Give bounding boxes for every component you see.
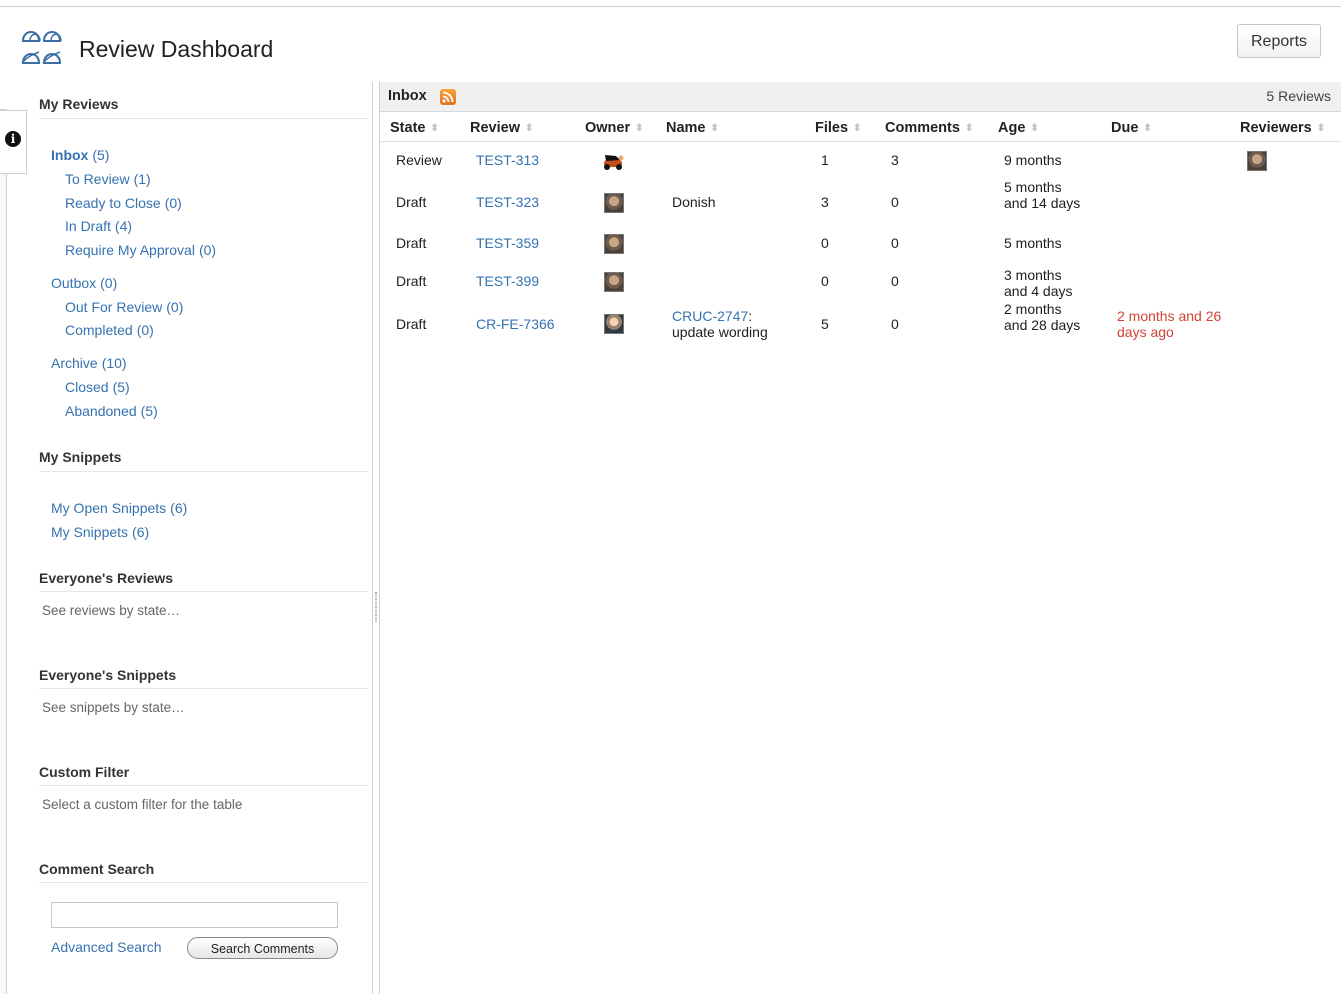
column-header-reviewers[interactable]: Reviewers ⬍ bbox=[1240, 120, 1325, 136]
info-tab[interactable]: i bbox=[0, 110, 27, 174]
rss-feed-icon[interactable] bbox=[440, 89, 456, 105]
sort-icon: ⬍ bbox=[635, 123, 644, 134]
dog-avatar-icon bbox=[604, 155, 624, 170]
search-comments-button[interactable]: Search Comments bbox=[187, 937, 338, 959]
info-icon: i bbox=[5, 131, 21, 147]
sidebar-item-require-my-approval[interactable]: Require My Approval (0) bbox=[65, 242, 216, 258]
row-age: 3 months and 4 days bbox=[1004, 267, 1073, 299]
comment-search-heading: Comment Search bbox=[39, 861, 155, 877]
row-state: Draft bbox=[396, 316, 427, 332]
sidebar: My Reviews Inbox (5) To Review (1) Ready t… bbox=[27, 82, 373, 994]
main-panel: Inbox 5 Reviews State ⬍ Review ⬍ Owner ⬍ Na… bbox=[380, 82, 1341, 994]
row-age: 5 months bbox=[1004, 235, 1062, 251]
row-name: Donish bbox=[672, 194, 716, 210]
crucible-logo-icon bbox=[21, 31, 62, 64]
user-avatar-icon bbox=[604, 234, 624, 254]
sidebar-item-to-review[interactable]: To Review (1) bbox=[65, 171, 151, 187]
custom-filter-heading: Custom Filter bbox=[39, 764, 130, 780]
column-header-review[interactable]: Review ⬍ bbox=[470, 120, 533, 136]
column-header-owner[interactable]: Owner ⬍ bbox=[585, 120, 644, 136]
row-files: 3 bbox=[821, 194, 829, 210]
panel-splitter[interactable] bbox=[373, 82, 380, 994]
row-state: Draft bbox=[396, 273, 427, 289]
reviews-by-state-selector[interactable]: See reviews by state… bbox=[42, 603, 180, 618]
sort-icon: ⬍ bbox=[853, 123, 862, 134]
sort-icon: ⬍ bbox=[1030, 123, 1039, 134]
sort-icon: ⬍ bbox=[710, 123, 719, 134]
sidebar-item-archive[interactable]: Archive (10) bbox=[51, 355, 127, 371]
everyones-reviews-heading: Everyone's Reviews bbox=[39, 570, 174, 586]
row-files: 1 bbox=[821, 152, 829, 168]
splitter-grip-icon bbox=[375, 592, 377, 622]
sort-icon: ⬍ bbox=[430, 123, 439, 134]
review-link[interactable]: TEST-359 bbox=[476, 235, 539, 252]
user-avatar-icon bbox=[604, 314, 624, 334]
row-age: 2 months and 28 days bbox=[1004, 301, 1081, 333]
column-header-due[interactable]: Due ⬍ bbox=[1111, 120, 1152, 136]
reviewer-avatar-icon bbox=[1247, 151, 1267, 171]
column-header-comments[interactable]: Comments ⬍ bbox=[885, 120, 973, 136]
my-snippets-heading: My Snippets bbox=[39, 449, 122, 465]
snippets-by-state-selector[interactable]: See snippets by state… bbox=[42, 700, 185, 715]
sidebar-item-closed[interactable]: Closed (5) bbox=[65, 379, 130, 395]
row-comments: 0 bbox=[891, 235, 899, 251]
column-header-age[interactable]: Age ⬍ bbox=[998, 120, 1039, 136]
sidebar-item-out-for-review[interactable]: Out For Review (0) bbox=[65, 299, 183, 315]
row-state: Review bbox=[396, 152, 442, 168]
sidebar-item-my-open-snippets[interactable]: My Open Snippets (6) bbox=[51, 500, 187, 516]
header: Review Dashboard Reports bbox=[0, 8, 1341, 80]
review-count: 5 Reviews bbox=[1266, 88, 1331, 104]
review-link[interactable]: TEST-313 bbox=[476, 152, 539, 169]
custom-filter-selector[interactable]: Select a custom filter for the table bbox=[42, 797, 242, 812]
left-collapsed-panel bbox=[0, 80, 7, 994]
sidebar-item-in-draft[interactable]: In Draft (4) bbox=[65, 218, 132, 234]
top-border bbox=[0, 0, 1341, 7]
sidebar-item-completed[interactable]: Completed (0) bbox=[65, 322, 154, 338]
row-comments: 0 bbox=[891, 194, 899, 210]
column-header-name[interactable]: Name ⬍ bbox=[666, 120, 719, 136]
sort-icon: ⬍ bbox=[1316, 123, 1326, 134]
page-title: Review Dashboard bbox=[79, 36, 274, 62]
row-age: 5 months and 14 days bbox=[1004, 179, 1081, 211]
user-avatar-icon bbox=[604, 193, 624, 213]
review-link[interactable]: TEST-399 bbox=[476, 273, 539, 290]
inbox-bar: Inbox 5 Reviews bbox=[380, 82, 1341, 112]
row-files: 5 bbox=[821, 316, 829, 332]
sidebar-item-ready-to-close[interactable]: Ready to Close (0) bbox=[65, 195, 182, 211]
everyones-snippets-heading: Everyone's Snippets bbox=[39, 667, 177, 683]
row-comments: 3 bbox=[891, 152, 899, 168]
sidebar-item-inbox[interactable]: Inbox (5) bbox=[51, 147, 109, 163]
sort-icon: ⬍ bbox=[1143, 123, 1152, 134]
advanced-search-link[interactable]: Advanced Search bbox=[51, 939, 162, 955]
column-header-files[interactable]: Files ⬍ bbox=[815, 120, 861, 136]
sidebar-item-abandoned[interactable]: Abandoned (5) bbox=[65, 403, 158, 419]
row-files: 0 bbox=[821, 235, 829, 251]
row-due: 2 months and 26 days ago bbox=[1117, 308, 1222, 340]
row-comments: 0 bbox=[891, 316, 899, 332]
review-link[interactable]: TEST-323 bbox=[476, 194, 539, 211]
user-avatar-icon bbox=[604, 272, 624, 292]
sidebar-item-outbox[interactable]: Outbox (0) bbox=[51, 275, 117, 291]
review-link[interactable]: CR-FE-7366 bbox=[476, 316, 555, 333]
row-state: Draft bbox=[396, 194, 427, 210]
inbox-title: Inbox bbox=[388, 88, 427, 104]
sort-icon: ⬍ bbox=[524, 123, 534, 134]
row-name: CRUC-2747: update wording bbox=[672, 308, 768, 340]
column-header-state[interactable]: State ⬍ bbox=[390, 120, 439, 136]
reports-button[interactable]: Reports bbox=[1237, 24, 1321, 58]
row-files: 0 bbox=[821, 273, 829, 289]
row-comments: 0 bbox=[891, 273, 899, 289]
my-reviews-heading: My Reviews bbox=[39, 96, 119, 112]
comment-search-input[interactable] bbox=[51, 902, 338, 928]
jira-issue-link[interactable]: CRUC-2747 bbox=[672, 308, 748, 324]
row-state: Draft bbox=[396, 235, 427, 251]
sidebar-item-my-snippets[interactable]: My Snippets (6) bbox=[51, 524, 149, 540]
row-age: 9 months bbox=[1004, 152, 1062, 168]
sort-icon: ⬍ bbox=[964, 123, 974, 134]
